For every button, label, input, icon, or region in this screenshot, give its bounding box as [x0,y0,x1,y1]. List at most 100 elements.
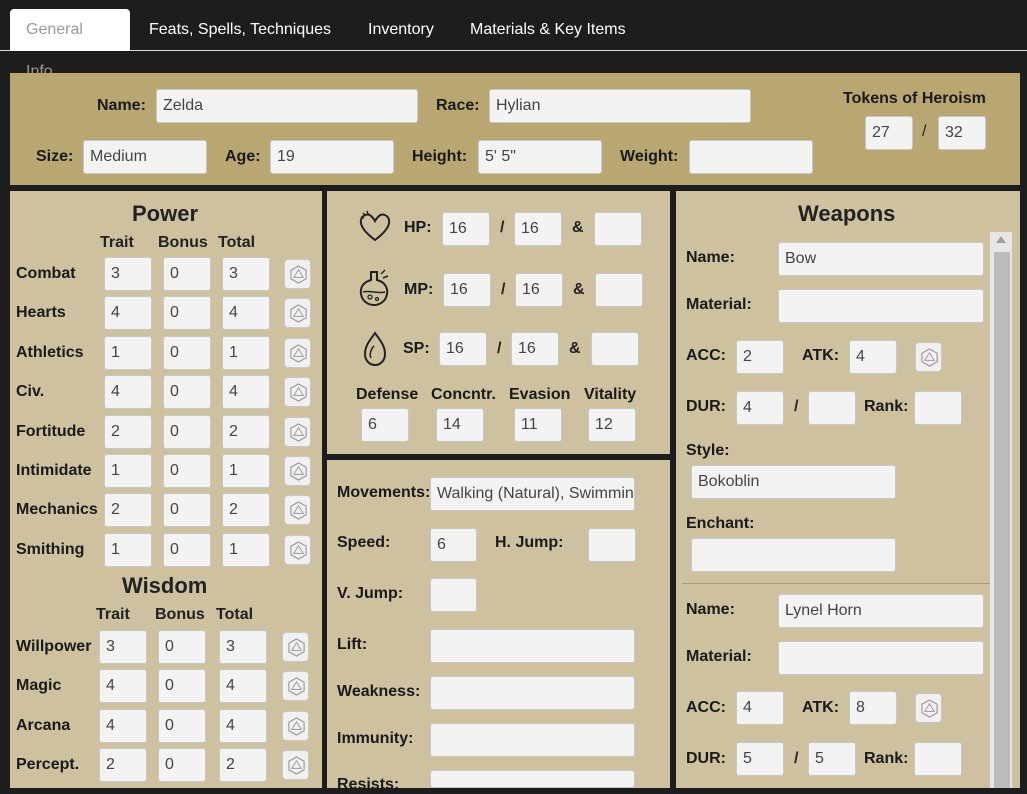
skill-total-civ[interactable]: 4 [222,375,270,410]
weight-input[interactable] [689,140,813,174]
mp-extra-input[interactable] [595,273,643,307]
size-input[interactable]: Medium [83,140,207,174]
hp-max-input[interactable]: 16 [514,212,562,246]
race-input[interactable]: Hylian [489,89,751,123]
roll-dice-button-combat[interactable] [284,259,311,289]
weapon1-atk-input[interactable]: 4 [849,340,897,374]
scroll-up-arrow-icon[interactable] [996,236,1006,243]
sp-max-input[interactable]: 16 [511,332,559,366]
hjump-input[interactable] [588,528,636,562]
skill-trait-civ[interactable]: 4 [104,375,152,410]
height-input[interactable]: 5' 5" [478,140,602,174]
tab-feats-spells[interactable]: Feats, Spells, Techniques [133,9,347,51]
weapons-scrollbar-thumb[interactable] [994,252,1010,788]
skill-total-combat[interactable]: 3 [222,257,270,291]
mp-max-input[interactable]: 16 [515,273,563,307]
tokens-current-input[interactable]: 27 [865,116,913,150]
weapon2-dur-input[interactable]: 5 [736,742,784,776]
hp-extra-input[interactable] [594,212,642,246]
movements-input[interactable]: Walking (Natural), Swimming [430,477,635,511]
evasion-input[interactable]: 11 [514,408,562,442]
skill-trait-fortitude[interactable]: 2 [104,414,152,449]
age-input[interactable]: 19 [270,140,394,174]
weapon1-name-input[interactable]: Bow [778,242,984,276]
weapon1-rank-input[interactable] [914,391,962,425]
roll-dice-button-magic[interactable] [282,671,309,702]
weapon1-material-input[interactable] [778,289,984,323]
skill-total-arcana[interactable]: 4 [219,708,267,743]
roll-dice-button-athletics[interactable] [284,337,311,368]
hp-current-input[interactable]: 16 [442,212,490,246]
weapon2-material-input[interactable] [778,641,984,675]
roll-dice-button-smithing[interactable] [284,534,311,565]
roll-dice-button-civ[interactable] [284,377,311,408]
speed-input[interactable]: 6 [430,528,477,562]
weapon1-enchant-input[interactable] [691,538,896,572]
vitality-input[interactable]: 12 [588,408,636,442]
weapon2-dur-max-input[interactable]: 5 [808,742,856,776]
mp-current-input[interactable]: 16 [443,273,491,307]
skill-bonus-hearts[interactable]: 0 [163,296,211,331]
roll-dice-button-willpower[interactable] [282,632,309,662]
skill-trait-hearts[interactable]: 4 [104,296,152,331]
roll-dice-button-hearts[interactable] [284,298,311,329]
weapon2-atk-input[interactable]: 8 [849,691,897,725]
skill-trait-combat[interactable]: 3 [104,257,152,291]
skill-bonus-intimidate[interactable]: 0 [163,454,211,488]
skill-total-mechanics[interactable]: 2 [222,493,270,528]
skill-trait-magic[interactable]: 4 [99,669,147,704]
skill-bonus-smithing[interactable]: 0 [163,532,211,567]
skill-bonus-magic[interactable]: 0 [158,669,206,704]
weakness-input[interactable] [430,676,635,710]
weapon2-rank-input[interactable] [914,742,962,776]
skill-total-fortitude[interactable]: 2 [222,414,270,449]
skill-bonus-percept[interactable]: 0 [158,748,206,783]
skill-trait-smithing[interactable]: 1 [104,532,152,567]
tab-materials[interactable]: Materials & Key Items [454,9,642,51]
weapon1-dur-input[interactable]: 4 [736,391,784,425]
lift-input[interactable] [430,629,635,663]
immunity-input[interactable] [430,723,635,757]
skill-total-hearts[interactable]: 4 [222,296,270,331]
weapon1-roll-dice-button[interactable] [915,342,942,372]
weapon2-acc-input[interactable]: 4 [736,691,784,725]
defense-input[interactable]: 6 [361,408,409,442]
skill-trait-mechanics[interactable]: 2 [104,493,152,528]
weapon1-acc-input[interactable]: 2 [736,340,784,374]
skill-bonus-civ[interactable]: 0 [163,375,211,410]
sp-extra-input[interactable] [591,332,639,366]
tab-general-info[interactable]: General Info [10,9,130,80]
roll-dice-button-percept[interactable] [282,750,309,781]
skill-trait-arcana[interactable]: 4 [99,708,147,743]
skill-bonus-willpower[interactable]: 0 [158,630,206,664]
skill-trait-percept[interactable]: 2 [99,748,147,783]
resists-input[interactable] [430,770,635,788]
roll-dice-button-fortitude[interactable] [284,416,311,447]
skill-total-magic[interactable]: 4 [219,669,267,704]
tab-inventory[interactable]: Inventory [352,9,450,51]
weapon1-style-input[interactable]: Bokoblin [691,465,896,499]
weapon2-name-input[interactable]: Lynel Horn [778,594,984,628]
roll-dice-button-intimidate[interactable] [284,456,311,486]
skill-bonus-fortitude[interactable]: 0 [163,414,211,449]
skill-trait-athletics[interactable]: 1 [104,335,152,370]
sp-current-input[interactable]: 16 [439,332,487,366]
skill-trait-willpower[interactable]: 3 [99,630,147,664]
concntr-input[interactable]: 14 [436,408,484,442]
skill-bonus-athletics[interactable]: 0 [163,335,211,370]
skill-total-smithing[interactable]: 1 [222,532,270,567]
skill-total-athletics[interactable]: 1 [222,335,270,370]
tokens-max-input[interactable]: 32 [938,116,986,150]
skill-total-percept[interactable]: 2 [219,748,267,783]
skill-total-intimidate[interactable]: 1 [222,454,270,488]
skill-bonus-arcana[interactable]: 0 [158,708,206,743]
vjump-input[interactable] [430,578,477,612]
skill-trait-intimidate[interactable]: 1 [104,454,152,488]
roll-dice-button-mechanics[interactable] [284,495,311,526]
skill-total-willpower[interactable]: 3 [219,630,267,664]
weapon1-dur-max-input[interactable] [808,391,856,425]
skill-bonus-mechanics[interactable]: 0 [163,493,211,528]
name-input[interactable]: Zelda [156,89,418,123]
weapon2-roll-dice-button[interactable] [915,693,942,723]
skill-bonus-combat[interactable]: 0 [163,257,211,291]
